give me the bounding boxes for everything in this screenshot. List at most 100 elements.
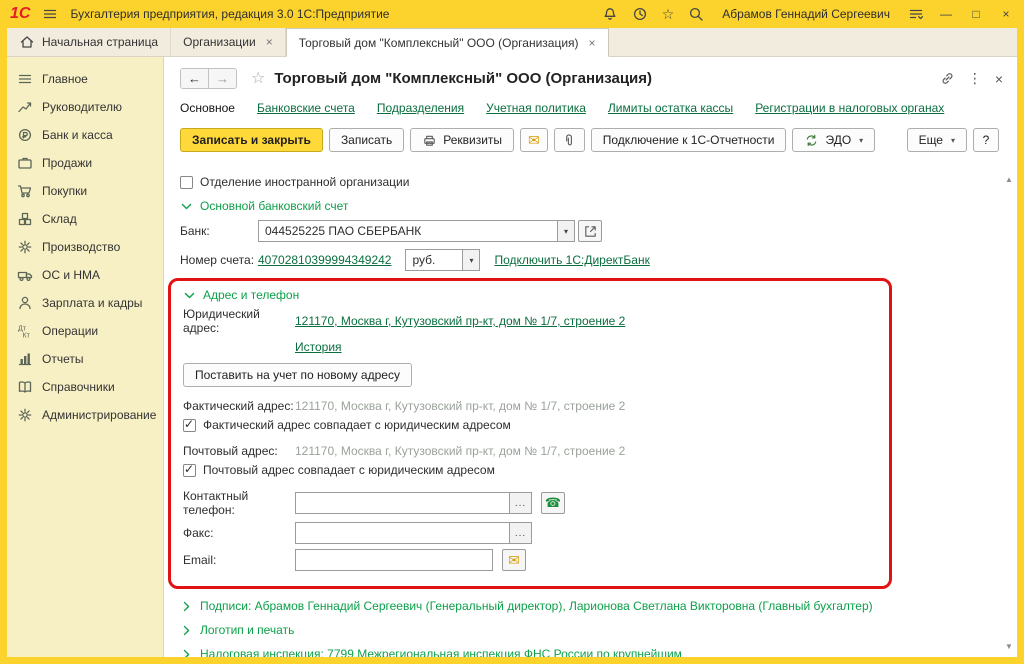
tab-close-icon[interactable]: × (589, 36, 596, 50)
phone-choose-button[interactable]: ... (510, 492, 532, 514)
tab-organization-card-label: Торговый дом "Комплексный" ООО (Организа… (299, 36, 579, 50)
sidebar-item-warehouse[interactable]: Склад (7, 205, 163, 233)
notifications-bell-icon[interactable] (602, 6, 618, 22)
window-minimize-button[interactable]: — (938, 8, 954, 20)
nav-accounting-policy[interactable]: Учетная политика (486, 101, 586, 115)
edo-exchange-icon (804, 133, 819, 148)
sidebar-item-salary-hr[interactable]: Зарплата и кадры (7, 289, 163, 317)
bank-section-header[interactable]: Основной банковский счет (180, 199, 1001, 213)
scroll-up-icon[interactable]: ▲ (1005, 175, 1013, 184)
logo-stamp-section-header[interactable]: Логотип и печать (180, 623, 1001, 637)
printer-icon (422, 133, 437, 148)
fax-input[interactable] (295, 522, 510, 544)
tab-home[interactable]: Начальная страница (7, 28, 171, 56)
organization-card: ← → ☆ Торговый дом "Комплексный" ООО (Ор… (163, 57, 1017, 657)
get-link-icon[interactable] (940, 71, 955, 86)
sidebar-item-bank-cash[interactable]: Банк и касса (7, 121, 163, 149)
attachments-button[interactable] (554, 128, 585, 152)
sidebar-item-fixed-assets[interactable]: ОС и НМА (7, 261, 163, 289)
postal-same-checkbox[interactable] (183, 464, 196, 477)
sidebar-item-operations[interactable]: ДтКт Операции (7, 317, 163, 345)
requisites-button[interactable]: Реквизиты (410, 128, 514, 152)
nav-main[interactable]: Основное (180, 101, 235, 115)
sidebar-item-production[interactable]: Производство (7, 233, 163, 261)
back-button[interactable]: ← (181, 69, 208, 88)
app-title: Бухгалтерия предприятия, редакция 3.0 1С… (70, 7, 389, 21)
phone-input[interactable] (295, 492, 510, 514)
sidebar-item-administration[interactable]: Администрирование (7, 401, 163, 429)
postal-address-row: Почтовый адрес: 121170, Москва г, Кутузо… (183, 444, 877, 458)
phone-icon: ☎ (545, 495, 561, 511)
chevron-right-icon (180, 648, 193, 658)
tax-inspection-section-header[interactable]: Налоговая инспекция: 7799 Межрегиональна… (180, 647, 1001, 657)
postal-same-row: Почтовый адрес совпадает с юридическим а… (183, 463, 877, 477)
sidebar-item-sales[interactable]: Продажи (7, 149, 163, 177)
foreign-branch-label: Отделение иностранной организации (200, 175, 409, 189)
sales-briefcase-icon (17, 155, 33, 171)
currency-input[interactable]: руб. (405, 249, 463, 271)
main-menu-icon[interactable] (42, 6, 58, 22)
nav-departments[interactable]: Подразделения (377, 101, 464, 115)
vertical-scrollbar[interactable]: ▲ ▼ (1003, 175, 1015, 651)
save-button[interactable]: Записать (329, 128, 404, 152)
more-button[interactable]: Еще ▾ (907, 128, 967, 152)
call-button[interactable]: ☎ (541, 492, 565, 514)
forward-button[interactable]: → (208, 69, 236, 88)
close-form-icon[interactable]: × (995, 71, 1003, 87)
more-actions-kebab-icon[interactable]: ⋮ (968, 70, 982, 87)
service-menu-icon[interactable] (908, 6, 924, 22)
chevron-down-icon (183, 289, 196, 302)
bank-open-button[interactable] (578, 220, 602, 242)
email-input[interactable] (295, 549, 493, 571)
reregister-address-button[interactable]: Поставить на учет по новому адресу (183, 363, 412, 387)
legal-address-link[interactable]: 121170, Москва г, Кутузовский пр-кт, дом… (295, 314, 625, 328)
edo-button[interactable]: ЭДО ▾ (792, 128, 875, 152)
account-number-link[interactable]: 40702810399994349242 (258, 253, 391, 267)
save-and-close-button[interactable]: Записать и закрыть (180, 128, 323, 152)
address-history-link[interactable]: История (295, 340, 342, 354)
fixed-assets-truck-icon (17, 267, 33, 283)
fax-choose-button[interactable]: ... (510, 522, 532, 544)
connect-1c-reporting-button[interactable]: Подключение к 1С-Отчетности (591, 128, 787, 152)
favorites-star-icon[interactable]: ☆ (662, 7, 675, 21)
bank-input[interactable]: 044525225 ПАО СБЕРБАНК (258, 220, 558, 242)
bank-cash-icon (17, 127, 33, 143)
nav-tax-registrations[interactable]: Регистрации в налоговых органах (755, 101, 944, 115)
scroll-down-icon[interactable]: ▼ (1005, 642, 1013, 651)
sidebar-item-purchases[interactable]: Покупки (7, 177, 163, 205)
fax-label: Факс: (183, 526, 295, 540)
sidebar-item-main[interactable]: Главное (7, 65, 163, 93)
current-user-name[interactable]: Абрамов Геннадий Сергеевич (722, 7, 890, 21)
postal-address-label: Почтовый адрес: (183, 444, 295, 458)
signatures-section-header[interactable]: Подписи: Абрамов Геннадий Сергеевич (Ген… (180, 599, 1001, 613)
postal-same-label: Почтовый адрес совпадает с юридическим а… (203, 463, 495, 477)
page-title: Торговый дом "Комплексный" ООО (Организа… (274, 70, 652, 87)
global-search-icon[interactable] (688, 6, 704, 22)
currency-dropdown-button[interactable]: ▾ (463, 249, 480, 271)
actual-same-checkbox[interactable] (183, 419, 196, 432)
tab-organizations[interactable]: Организации × (171, 28, 286, 56)
nav-cash-limits[interactable]: Лимиты остатка кассы (608, 101, 733, 115)
tab-organization-card[interactable]: Торговый дом "Комплексный" ООО (Организа… (286, 28, 609, 57)
command-toolbar: Записать и закрыть Записать Реквизиты ✉ … (164, 122, 1017, 162)
window-close-button[interactable]: × (998, 8, 1014, 20)
help-button[interactable]: ? (973, 128, 999, 152)
tab-close-icon[interactable]: × (266, 35, 273, 49)
sections-sidebar: Главное Руководителю Банк и касса Продаж… (7, 57, 163, 657)
nav-bank-accounts[interactable]: Банковские счета (257, 101, 355, 115)
chevron-down-icon (180, 200, 193, 213)
sidebar-item-reports[interactable]: Отчеты (7, 345, 163, 373)
add-to-favorites-star-icon[interactable]: ☆ (251, 71, 265, 87)
phone-label: Контактный телефон: (183, 489, 295, 517)
sidebar-item-manager[interactable]: Руководителю (7, 93, 163, 121)
send-email-button[interactable]: ✉ (520, 128, 548, 152)
foreign-branch-checkbox[interactable] (180, 176, 193, 189)
window-maximize-button[interactable]: □ (968, 8, 984, 20)
directbank-link[interactable]: Подключить 1С:ДиректБанк (494, 253, 649, 267)
address-section-header[interactable]: Адрес и телефон (183, 288, 877, 302)
account-row: Номер счета: 40702810399994349242 руб. ▾… (180, 249, 1001, 271)
history-clock-icon[interactable] (632, 6, 648, 22)
send-to-email-button[interactable]: ✉ (502, 549, 526, 571)
bank-dropdown-button[interactable]: ▾ (558, 220, 575, 242)
sidebar-item-references[interactable]: Справочники (7, 373, 163, 401)
